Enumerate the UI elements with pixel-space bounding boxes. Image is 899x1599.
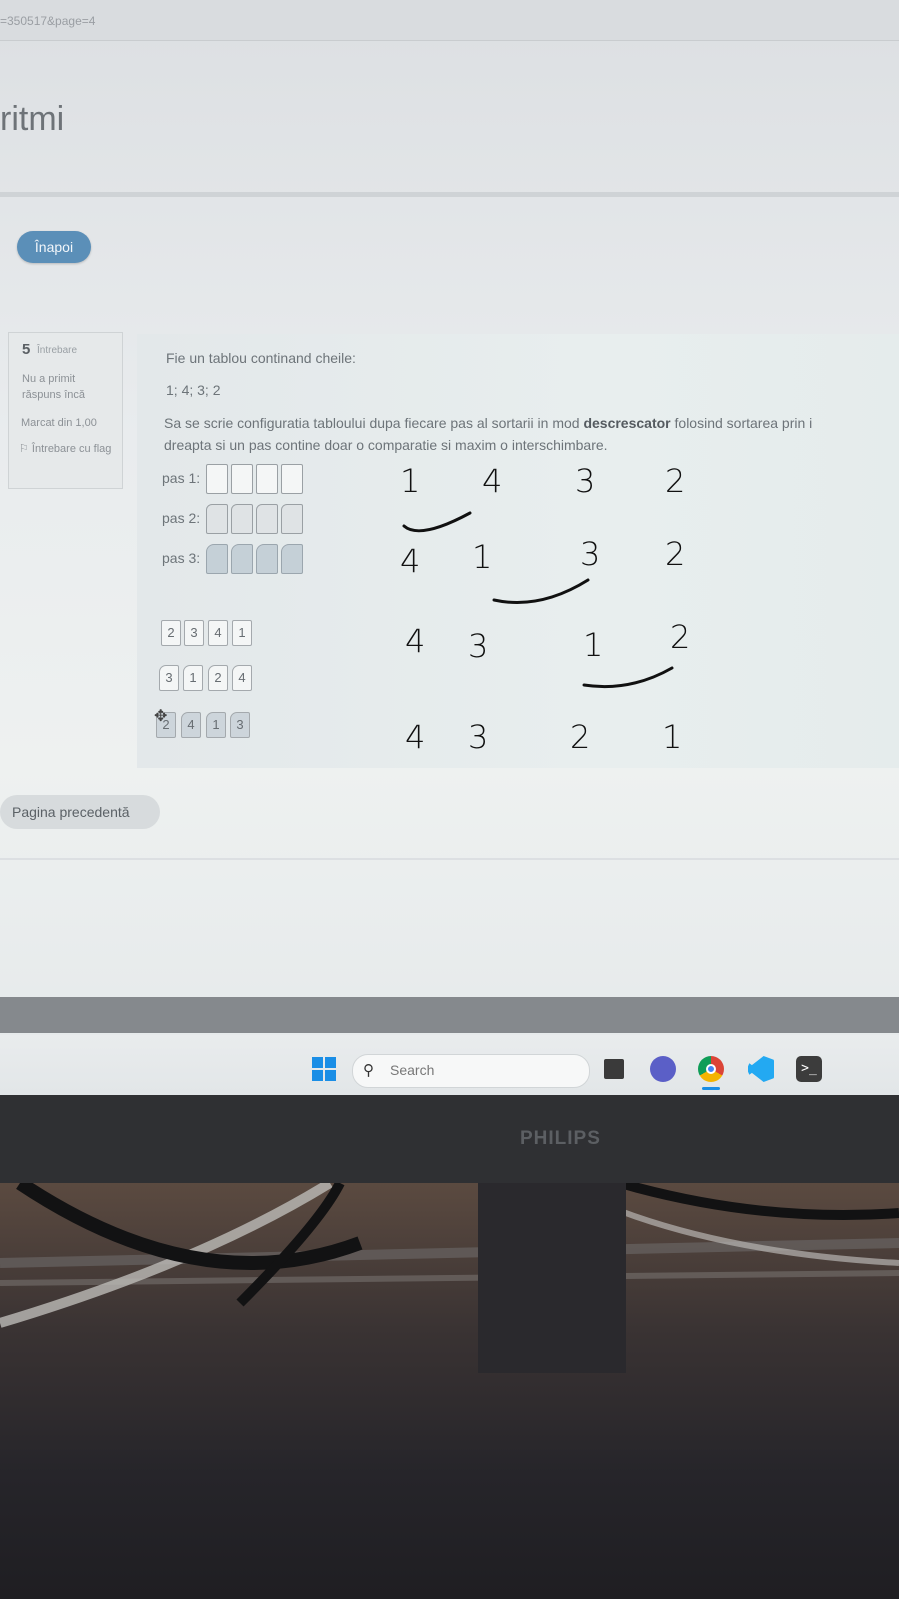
footer-divider [0,858,899,860]
handwritten-swap-marks [402,511,674,689]
swap-arc [492,578,590,604]
monitor-bezel [0,1095,899,1183]
cables-illustration [0,1183,899,1328]
swap-arc [402,511,472,533]
windows-taskbar: ⚲ Search >_ [0,1035,899,1095]
teams-icon[interactable] [650,1056,676,1082]
desk-background [0,1183,899,1599]
terminal-icon[interactable]: >_ [796,1056,822,1082]
active-app-indicator [702,1087,720,1090]
task-view-icon[interactable] [604,1059,624,1079]
previous-page-button[interactable]: Pagina precedentă [0,795,160,829]
monitor-brand-logo: PHILIPS [520,1128,601,1149]
monitor-stand [478,1183,626,1373]
vscode-icon[interactable] [748,1056,774,1082]
taskbar-search[interactable]: ⚲ Search [352,1054,590,1088]
chrome-icon[interactable] [698,1056,724,1082]
swap-arc [582,666,674,689]
search-placeholder: Search [390,1062,435,1078]
screen-bottom-band [0,997,899,1033]
windows-start-icon[interactable] [312,1057,336,1081]
search-icon: ⚲ [363,1062,374,1079]
monitor-screen: =350517&page=4 ritmi Înapoi 5 Întrebare … [0,0,899,1095]
